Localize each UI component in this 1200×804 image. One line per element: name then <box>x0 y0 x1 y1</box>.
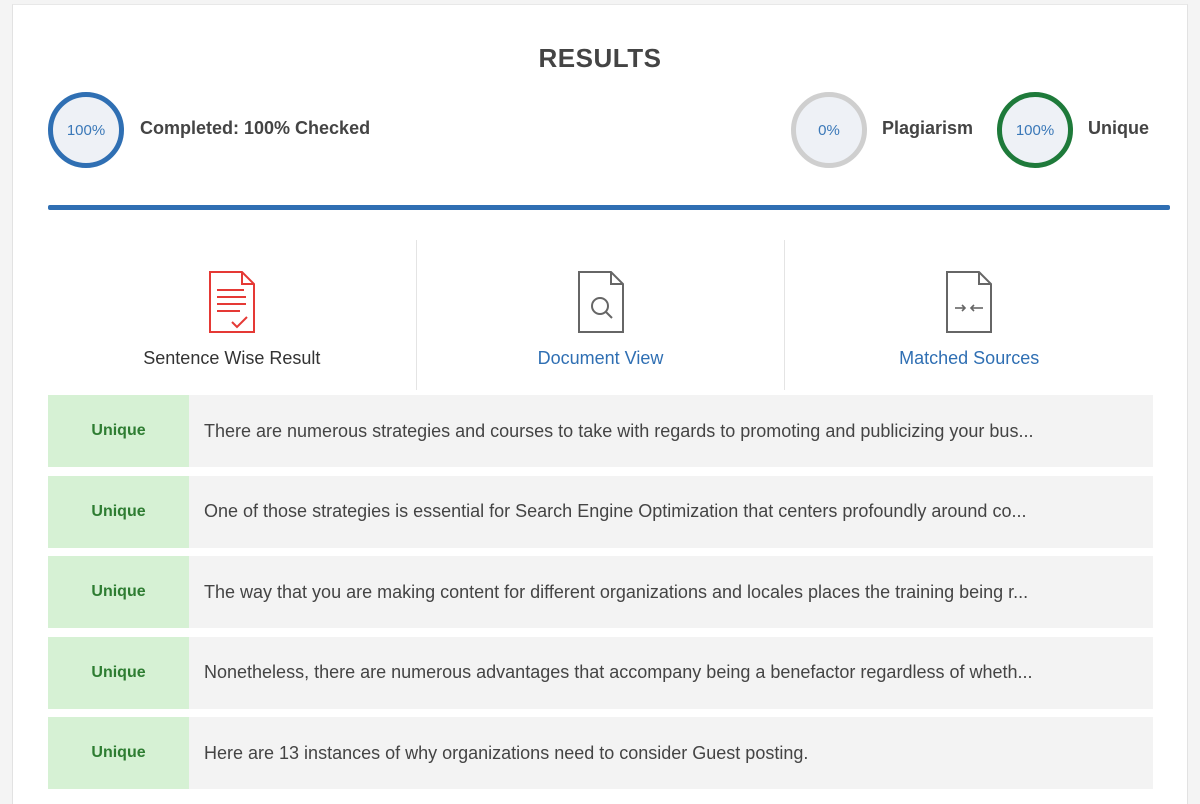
document-compare-icon <box>946 271 993 333</box>
document-check-icon <box>208 271 255 333</box>
sentence-row[interactable]: Unique Nonetheless, there are numerous a… <box>48 636 1153 709</box>
plagiarism-ring: 0% <box>791 92 867 168</box>
unique-label: Unique <box>1088 118 1149 138</box>
sentence-text: The way that you are making content for … <box>204 581 1029 602</box>
status-badge: Unique <box>48 475 189 548</box>
page-title: RESULTS <box>538 43 662 73</box>
sentence-row[interactable]: Unique Here are 13 instances of why orga… <box>48 717 1153 789</box>
status-badge: Unique <box>48 717 189 789</box>
completed-status-label: Completed: 100% Checked <box>140 118 371 138</box>
completed-progress-ring: 100% <box>48 92 124 168</box>
sentence-row[interactable]: Unique The way that you are making conte… <box>48 556 1153 628</box>
sentence-text: One of those strategies is essential for… <box>204 501 1027 521</box>
sentence-row[interactable]: Unique One of those strategies is essent… <box>48 475 1153 548</box>
result-view-tabs: Sentence Wise Result Document View Match… <box>48 240 1153 390</box>
sentence-text: Here are 13 instances of why organizatio… <box>204 742 809 763</box>
sentence-row[interactable]: Unique There are numerous strategies and… <box>48 395 1153 467</box>
tab-sentence-wise-result[interactable]: Sentence Wise Result <box>48 240 416 390</box>
sentence-text: There are numerous strategies and course… <box>204 420 1034 441</box>
status-badge: Unique <box>48 556 189 628</box>
tab-document-view-label: Document View <box>537 348 664 368</box>
sentence-results-list: Unique There are numerous strategies and… <box>48 395 1153 798</box>
plagiarism-label: Plagiarism <box>882 118 974 138</box>
status-badge: Unique <box>48 395 189 467</box>
tab-document-view[interactable]: Document View <box>415 240 785 390</box>
progress-divider <box>48 205 1170 210</box>
sentence-text: Nonetheless, there are numerous advantag… <box>204 662 1033 682</box>
tab-sentence-wise-result-label: Sentence Wise Result <box>143 348 321 368</box>
completed-progress-value: 100% <box>66 121 106 139</box>
tab-matched-sources-label: Matched Sources <box>899 348 1040 368</box>
status-badge: Unique <box>48 636 189 709</box>
results-panel: RESULTS 100% Completed: 100% Checked 0% … <box>12 4 1188 804</box>
unique-ring: 100% <box>997 92 1073 168</box>
plagiarism-value: 0% <box>818 121 840 139</box>
tab-matched-sources[interactable]: Matched Sources <box>784 240 1153 390</box>
document-search-icon <box>577 271 624 333</box>
unique-value: 100% <box>1015 121 1055 139</box>
